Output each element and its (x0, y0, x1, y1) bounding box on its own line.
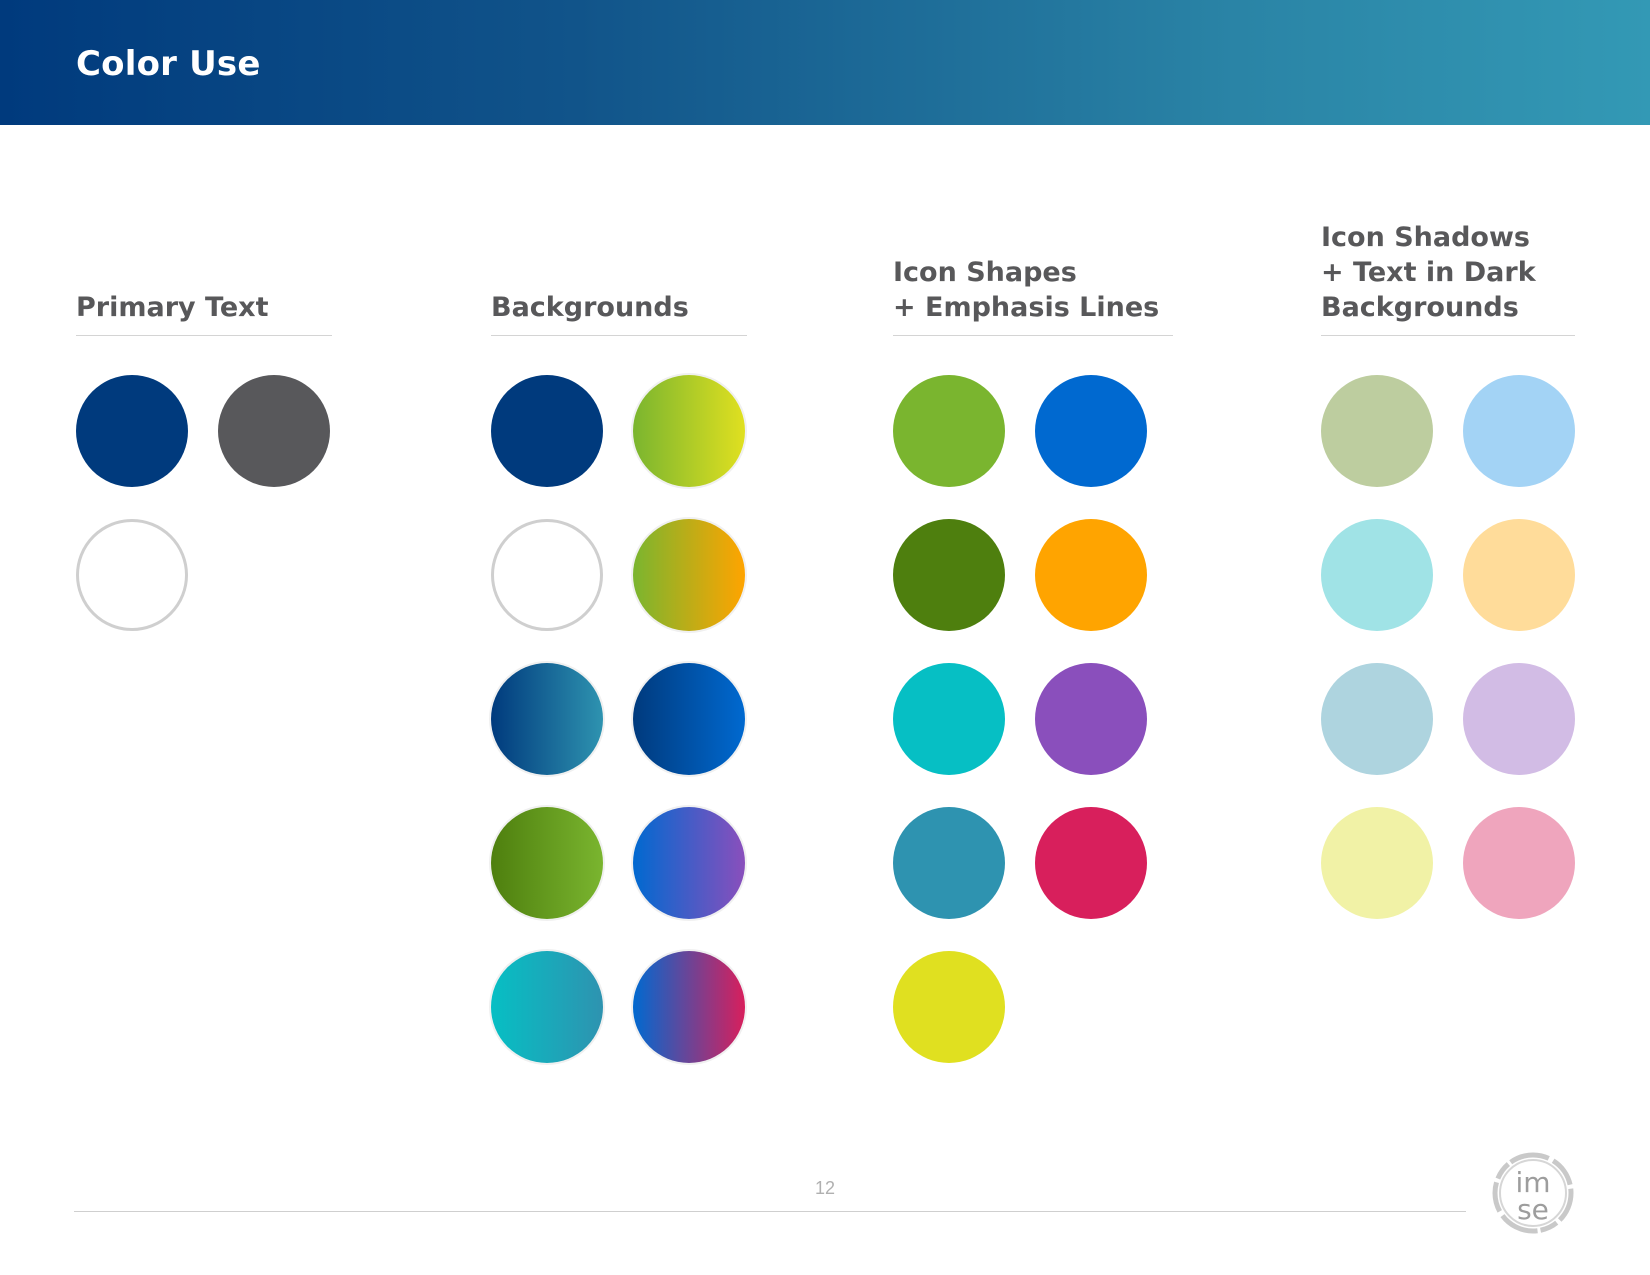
color-swatch (1463, 375, 1575, 487)
color-swatch (893, 375, 1005, 487)
color-swatch (1321, 519, 1433, 631)
swatch-grid-backgrounds (491, 375, 745, 1063)
column-icon-shadows: Icon Shadows + Text in Dark Backgrounds (1321, 210, 1581, 919)
column-title-backgrounds: Backgrounds (491, 292, 689, 323)
color-swatch (893, 663, 1005, 775)
column-icon-shapes: Icon Shapes + Emphasis Lines (893, 210, 1183, 1063)
color-swatch (1035, 807, 1147, 919)
color-swatch (633, 951, 745, 1063)
color-swatch (76, 519, 188, 631)
color-swatch (893, 807, 1005, 919)
swatch-grid-icon-shapes (893, 375, 1147, 1063)
color-swatch (633, 807, 745, 919)
swatch-grid-primary-text (76, 375, 330, 631)
column-title-icon-shadows: Icon Shadows + Text in Dark Backgrounds (1321, 222, 1536, 323)
color-swatch (491, 375, 603, 487)
color-swatch (893, 519, 1005, 631)
color-swatch (1463, 663, 1575, 775)
column-divider (893, 335, 1173, 336)
color-swatch (1321, 807, 1433, 919)
column-divider (76, 335, 332, 336)
column-title-primary-text: Primary Text (76, 292, 269, 323)
color-swatch (1035, 663, 1147, 775)
color-swatch (218, 375, 330, 487)
color-swatch (491, 807, 603, 919)
column-divider (1321, 335, 1575, 336)
color-swatch (633, 375, 745, 487)
page-title: Color Use (76, 44, 261, 84)
column-primary-text: Primary Text (76, 210, 336, 631)
color-swatch (491, 951, 603, 1063)
column-title-icon-shapes: Icon Shapes + Emphasis Lines (893, 257, 1160, 323)
column-backgrounds: Backgrounds (491, 210, 751, 1063)
color-swatch (633, 519, 745, 631)
column-divider (491, 335, 747, 336)
footer-divider (74, 1211, 1466, 1212)
imse-logo-icon: im se (1492, 1152, 1574, 1234)
page-number: 12 (814, 1178, 836, 1198)
color-swatch (1321, 663, 1433, 775)
color-swatch (76, 375, 188, 487)
color-swatch (1035, 519, 1147, 631)
color-swatch (491, 519, 603, 631)
color-swatch (1035, 375, 1147, 487)
header-banner: Color Use (0, 0, 1650, 125)
logo-text-bottom: se (1517, 1193, 1549, 1226)
swatch-grid-icon-shadows (1321, 375, 1575, 919)
color-swatch (1321, 375, 1433, 487)
color-swatch (491, 663, 603, 775)
color-swatch (633, 663, 745, 775)
color-swatch (1463, 807, 1575, 919)
color-swatch (1463, 519, 1575, 631)
color-swatch (893, 951, 1005, 1063)
